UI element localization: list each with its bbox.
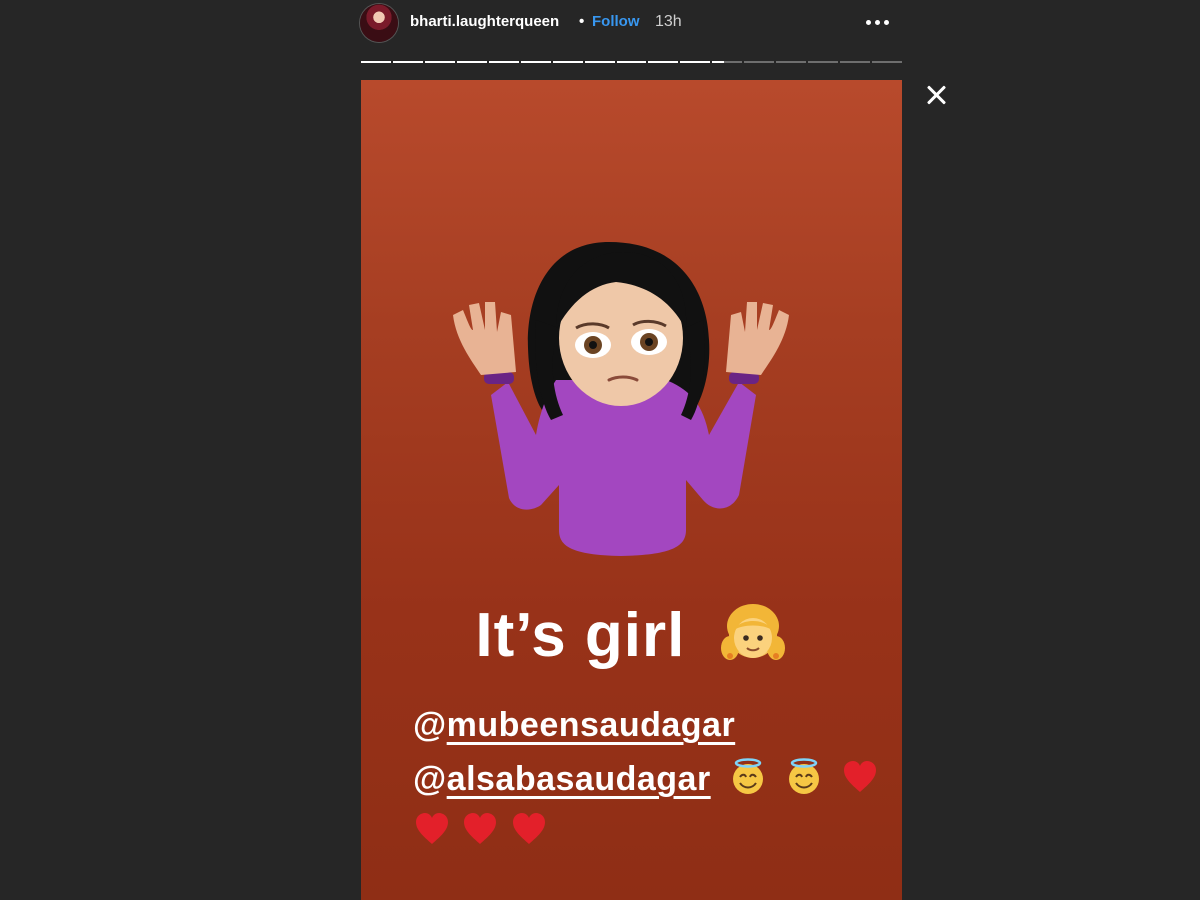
progress-fill xyxy=(712,61,725,63)
progress-fill xyxy=(584,61,615,63)
mention-prefix: @ xyxy=(413,760,447,798)
progress-fill xyxy=(648,61,679,63)
progress-segment xyxy=(648,61,679,63)
close-icon[interactable] xyxy=(923,82,949,108)
red-heart-emoji xyxy=(416,813,448,844)
smiling-face-with-halo-emoji xyxy=(732,758,763,794)
progress-segment xyxy=(712,61,743,63)
story-header: bharti.laughterqueen • Follow 13h xyxy=(360,0,902,48)
progress-fill xyxy=(520,61,551,63)
red-heart-emoji xyxy=(843,761,876,792)
dot xyxy=(865,19,871,25)
progress-segment xyxy=(584,61,615,63)
mention-1: @mubeensaudagar xyxy=(413,706,735,745)
progress-fill xyxy=(424,61,455,63)
mention-link[interactable]: alsabasaudagar xyxy=(447,760,711,798)
progress-segment xyxy=(361,61,391,63)
progress-fill xyxy=(361,61,391,63)
mention-link[interactable]: mubeensaudagar xyxy=(447,706,736,744)
more-options-icon[interactable] xyxy=(860,10,894,34)
progress-fill xyxy=(680,61,711,63)
progress-segment xyxy=(392,61,423,63)
dot xyxy=(874,19,880,25)
progress-segment xyxy=(808,61,839,63)
story-panel[interactable]: It’s girl @mubeensaudagar @alsabasaudaga… xyxy=(361,80,902,900)
girl-emoji xyxy=(720,604,785,660)
hearts-row xyxy=(413,810,548,853)
mention-prefix: @ xyxy=(413,706,447,744)
story-progress-bar xyxy=(361,61,902,64)
progress-segment xyxy=(776,61,807,63)
post-time: 13h xyxy=(655,13,682,30)
progress-segment xyxy=(680,61,711,63)
avatar[interactable] xyxy=(360,4,398,42)
follow-button[interactable]: Follow xyxy=(592,13,640,30)
progress-fill xyxy=(392,61,423,63)
story-caption: It’s girl xyxy=(361,596,902,671)
progress-segment xyxy=(840,61,870,63)
progress-segment xyxy=(872,61,902,63)
red-heart-emoji xyxy=(464,813,497,844)
caption-text: It’s girl xyxy=(475,601,686,670)
dot xyxy=(883,19,889,25)
progress-segment xyxy=(744,61,775,63)
progress-segment xyxy=(616,61,647,63)
progress-fill xyxy=(552,61,583,63)
smiling-face-with-halo-emoji xyxy=(788,758,819,794)
progress-segment xyxy=(552,61,583,63)
progress-segment xyxy=(520,61,551,63)
separator-dot: • xyxy=(579,13,585,30)
progress-fill xyxy=(616,61,647,63)
username-link[interactable]: bharti.laughterqueen xyxy=(410,13,559,30)
progress-fill xyxy=(488,61,519,63)
progress-fill xyxy=(456,61,487,63)
progress-segment xyxy=(424,61,455,63)
mention-2: @alsabasaudagar xyxy=(413,758,879,799)
progress-segment xyxy=(456,61,487,63)
progress-segment xyxy=(488,61,519,63)
red-heart-emoji xyxy=(512,813,545,844)
woman-shrugging-emoji xyxy=(453,242,789,556)
